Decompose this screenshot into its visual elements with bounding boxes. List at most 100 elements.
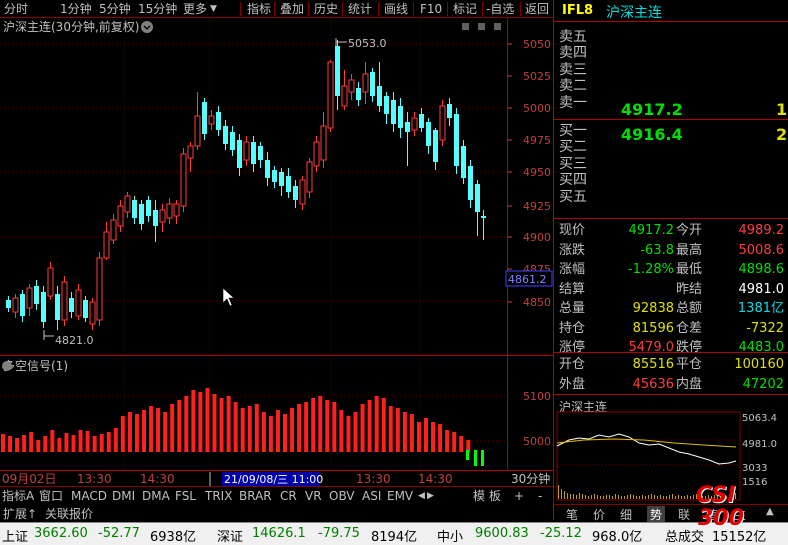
tab-ticks[interactable]: 笔: [566, 506, 578, 523]
tab-expand[interactable]: 扩展↑: [3, 505, 37, 522]
signal-bar: [71, 435, 76, 452]
candle-body: [272, 170, 277, 182]
index-amount: 6938亿: [150, 530, 197, 545]
quote-label: 内盘: [676, 376, 703, 392]
chevron-down-icon: [2, 361, 12, 371]
tab-obv[interactable]: OBV: [329, 488, 355, 504]
ask1-volume: 1: [776, 100, 788, 119]
candle-body: [433, 130, 438, 162]
candle-body: [75, 289, 82, 317]
signal-bar: [254, 404, 259, 452]
quote-value: 4989.2: [738, 223, 785, 238]
tab-fenshi[interactable]: 分时: [4, 0, 28, 18]
candle-body: [6, 300, 11, 308]
mini-volume-bar: [585, 495, 586, 499]
mini-volume-bar: [645, 496, 646, 499]
quote-table: 现价 4917.2 今开 4989.2 涨跌 -63.8 最高 5008.6 涨幅 -1.28% 最…: [554, 221, 788, 358]
candle-body: [411, 117, 418, 131]
signal-bar: [445, 430, 450, 452]
mini-volume-bar: [690, 496, 691, 499]
signal-bar: [431, 422, 436, 452]
tab-related-quotes[interactable]: 关联报价: [45, 505, 93, 522]
signal-bar: [268, 416, 273, 452]
candle-body: [439, 105, 446, 141]
candle-body: [230, 132, 235, 150]
candle-body: [391, 100, 396, 124]
tab-dma[interactable]: DMA: [142, 488, 170, 504]
y-tick: 5050: [523, 38, 551, 51]
quote-row: 结算 昨结 4981.0: [554, 280, 788, 300]
chevron-down-icon[interactable]: ▼: [210, 0, 217, 18]
candle-body: [12, 297, 19, 313]
signal-bar: [339, 410, 344, 452]
tab-asi[interactable]: ASI: [362, 488, 381, 504]
signal-bar: [402, 412, 407, 452]
candle-body: [299, 179, 306, 205]
mini-volume-bar: [675, 496, 676, 499]
zoom-in-button[interactable]: +: [514, 488, 524, 504]
mark-button[interactable]: 标记: [453, 0, 477, 18]
tab-5min[interactable]: 5分钟: [99, 0, 131, 18]
tab-indicator-a[interactable]: 指标A: [2, 488, 34, 504]
mini-volume-bar: [648, 495, 649, 499]
watchlist-button[interactable]: -自选: [486, 0, 514, 18]
zoom-out-button[interactable]: -: [538, 488, 542, 504]
signal-bar: [29, 432, 34, 452]
draw-line-button[interactable]: 画线: [384, 0, 408, 18]
tab-window[interactable]: 窗口: [39, 488, 63, 504]
ask1-price[interactable]: 4917.2: [621, 100, 683, 119]
stats-button[interactable]: 统计: [348, 0, 372, 18]
f10-button[interactable]: F10: [420, 0, 442, 18]
tab-macd[interactable]: MACD: [71, 488, 107, 504]
tab-vr[interactable]: VR: [305, 488, 322, 504]
back-button[interactable]: 返回: [525, 0, 549, 18]
tab-detail[interactable]: 细: [620, 506, 632, 523]
signal-bar: [106, 432, 111, 452]
candle-body: [258, 146, 263, 160]
tab-emv[interactable]: EMV: [387, 488, 413, 504]
quote-row: 涨幅 -1.28% 最低 4898.6: [554, 260, 788, 280]
candle-body: [180, 153, 187, 207]
history-button[interactable]: 历史: [314, 0, 338, 18]
scroll-left-icon[interactable]: ◀: [418, 488, 425, 504]
signal-bar: [120, 416, 125, 452]
template-button[interactable]: 模 板: [473, 488, 501, 504]
quote-value: 5008.6: [738, 242, 785, 258]
tab-price[interactable]: 价: [593, 506, 605, 523]
signal-bar: [36, 440, 41, 452]
expand-icon[interactable]: ▲: [766, 506, 774, 517]
time-label: 13:30: [356, 472, 391, 486]
candle-body: [461, 146, 466, 178]
scroll-right-icon[interactable]: ▶: [427, 488, 434, 504]
quote-value: 4898.6: [738, 262, 785, 277]
tab-dmi[interactable]: DMI: [112, 488, 135, 504]
ask-labels: 卖五 卖四 卖三 卖二 卖一: [559, 29, 587, 111]
tab-brar[interactable]: BRAR: [239, 488, 272, 504]
signal-bar: [240, 408, 245, 452]
bid-labels: 买一 买二 买三 买四 买五: [559, 123, 587, 205]
chart-title: 沪深主连(30分钟,前复权): [3, 19, 139, 34]
tab-trend[interactable]: 势: [647, 506, 666, 523]
mini-volume-bar: [693, 495, 694, 499]
index-amount: 8194亿: [371, 530, 418, 545]
tab-1min[interactable]: 1分钟: [60, 0, 92, 18]
signal-bar: [85, 431, 90, 452]
signal-bar: [149, 406, 154, 452]
overlay-button[interactable]: 叠加: [280, 0, 304, 18]
signal-bar: [15, 438, 20, 452]
kline-chart[interactable]: 5050 5025 5000 4975 4950 4925 4900 4875 …: [0, 18, 553, 488]
tab-trix[interactable]: TRIX: [205, 488, 232, 504]
tab-more[interactable]: 更多: [183, 0, 207, 18]
time-label: 14:30: [140, 472, 175, 486]
quote-label: 结算: [559, 281, 586, 297]
candle-body: [194, 115, 201, 147]
mini-volume-bar: [672, 494, 673, 499]
tab-link[interactable]: 联: [678, 506, 690, 523]
quote-panel: IFL8 沪深主连 卖五 卖四 卖三 卖二 卖一 4917.2 1 买一 买二 …: [553, 0, 788, 523]
tab-cr[interactable]: CR: [280, 488, 297, 504]
candle-body: [208, 115, 215, 125]
tab-fsl[interactable]: FSL: [175, 488, 196, 504]
indicator-button[interactable]: 指标: [247, 0, 271, 18]
tab-15min[interactable]: 15分钟: [138, 0, 177, 18]
bid1-price[interactable]: 4916.4: [621, 125, 683, 144]
